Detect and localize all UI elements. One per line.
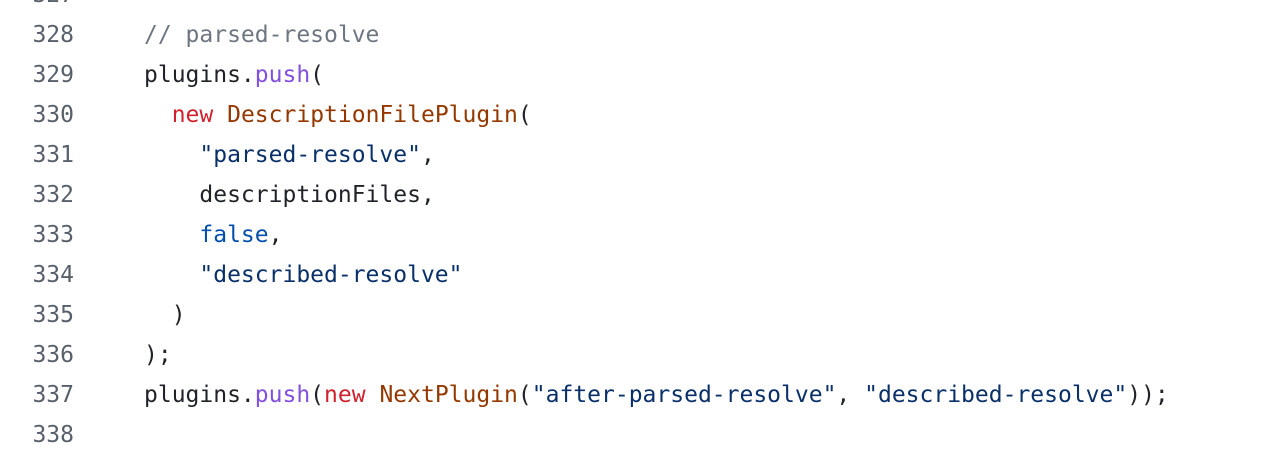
line-code: descriptionFiles, xyxy=(144,175,435,215)
code-token-keyword: new xyxy=(324,382,366,408)
line-number[interactable]: 333 xyxy=(0,215,74,255)
code-token-function: push xyxy=(254,382,311,408)
line-number[interactable]: 332 xyxy=(0,175,74,215)
code-token-class: DescriptionFilePlugin xyxy=(227,102,518,128)
line-code: "described-resolve" xyxy=(144,255,463,295)
line-code: new DescriptionFilePlugin( xyxy=(144,95,532,135)
line-code: ); xyxy=(144,335,172,375)
code-token-function: push xyxy=(254,62,311,88)
code-token-comment: // parsed-resolve xyxy=(144,22,380,48)
code-token-string: "described-resolve" xyxy=(864,382,1128,408)
code-token-plain: plugins. xyxy=(144,62,255,88)
line-number[interactable]: 337 xyxy=(0,375,74,415)
line-number[interactable]: 329 xyxy=(0,55,74,95)
code-token-plain: descriptionFiles, xyxy=(144,182,435,208)
code-line: 328 // parsed-resolve xyxy=(0,15,1284,55)
code-token-plain: ( xyxy=(310,62,325,88)
line-number[interactable]: 327 xyxy=(0,0,74,15)
line-code: "parsed-resolve", xyxy=(144,135,435,175)
line-number[interactable]: 328 xyxy=(0,15,74,55)
code-token-string: "after-parsed-resolve" xyxy=(531,382,837,408)
code-line: 329 plugins.push( xyxy=(0,55,1284,95)
code-token-plain: , xyxy=(268,222,283,248)
code-token-plain: , xyxy=(836,382,865,408)
code-line: 334 "described-resolve" xyxy=(0,255,1284,295)
code-token-plain: ( xyxy=(517,102,532,128)
line-code: plugins.push( xyxy=(144,55,324,95)
line-code: plugins.push(new NextPlugin("after-parse… xyxy=(144,375,1169,415)
line-code: ) xyxy=(144,295,186,335)
code-line: 338 xyxy=(0,415,1284,455)
code-token-plain: ); xyxy=(144,342,172,368)
code-view: 327328// parsed-resolve329plugins.push(3… xyxy=(0,0,1284,455)
code-token-class: NextPlugin xyxy=(379,382,518,408)
code-line: 332 descriptionFiles, xyxy=(0,175,1284,215)
code-token-plain: ( xyxy=(517,382,532,408)
code-token-string: "parsed-resolve" xyxy=(199,142,421,168)
code-token-constant: false xyxy=(199,222,269,248)
code-line: 333 false, xyxy=(0,215,1284,255)
line-code: // parsed-resolve xyxy=(144,15,379,55)
code-token-keyword: new xyxy=(171,102,214,128)
line-number[interactable]: 334 xyxy=(0,255,74,295)
line-number[interactable]: 330 xyxy=(0,95,74,135)
code-line: 337 plugins.push(new NextPlugin("after-pa… xyxy=(0,375,1284,415)
line-number[interactable]: 336 xyxy=(0,335,74,375)
code-token-plain: plugins. xyxy=(144,382,255,408)
code-token-plain: )); xyxy=(1127,382,1169,408)
code-token-plain: , xyxy=(420,142,435,168)
code-token-plain: ( xyxy=(310,382,325,408)
line-number[interactable]: 338 xyxy=(0,415,74,455)
code-token-string: "described-resolve" xyxy=(199,262,463,288)
line-number[interactable]: 331 xyxy=(0,135,74,175)
line-number[interactable]: 335 xyxy=(0,295,74,335)
code-token-plain: ) xyxy=(144,302,186,328)
line-code: false, xyxy=(144,215,283,255)
code-line: 331 "parsed-resolve", xyxy=(0,135,1284,175)
code-line: 330 new DescriptionFilePlugin( xyxy=(0,95,1284,135)
code-line: 336); xyxy=(0,335,1284,375)
code-line: 335 ) xyxy=(0,295,1284,335)
code-line: 327 xyxy=(0,0,1284,15)
